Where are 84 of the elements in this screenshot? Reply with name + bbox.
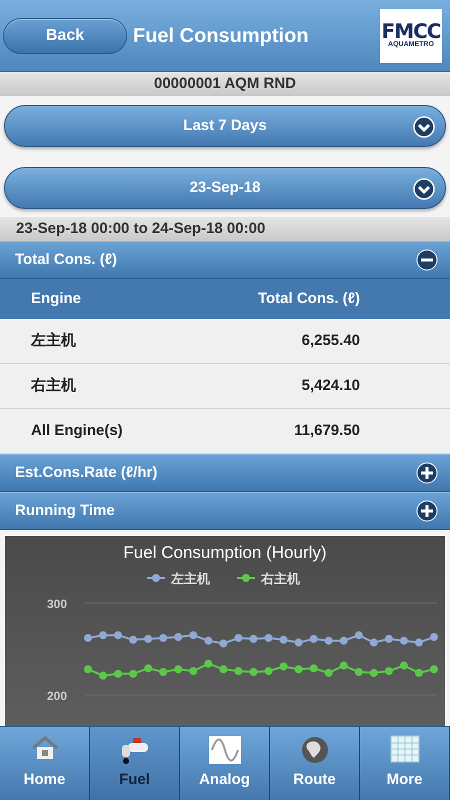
data-point: [414, 668, 423, 677]
page-title: Fuel Consumption: [133, 24, 310, 48]
dropdown-select[interactable]: 23-Sep-18: [4, 167, 446, 209]
data-point: [280, 636, 288, 644]
data-point: [354, 668, 363, 676]
date-range: 23-Sep-18 00:00 to 24-Sep-18 00:00: [0, 217, 450, 241]
chart-title: Fuel Consumption (Hourly): [123, 543, 327, 562]
expand-icon: [416, 462, 438, 484]
wave-icon: [208, 735, 242, 765]
data-point: [204, 660, 212, 668]
tab-bar-item[interactable]: Analog: [180, 727, 270, 800]
data-point: [159, 668, 168, 676]
data-point: [234, 667, 242, 676]
data-point: [204, 636, 212, 645]
data-point: [294, 638, 303, 647]
data-point: [400, 662, 408, 670]
data-point: [234, 634, 242, 642]
section-header[interactable]: Est.Cons.Rate (ℓ/hr): [0, 454, 450, 492]
data-point: [99, 631, 108, 640]
data-point: [219, 665, 228, 674]
expand-icon: [416, 500, 438, 522]
table-cell-text: All Engine(s): [30, 420, 124, 441]
data-point: [249, 668, 258, 676]
section-header[interactable]: Total Cons. (ℓ): [0, 241, 450, 279]
data-point: [159, 634, 168, 642]
data-point: [324, 668, 333, 677]
data-point: [310, 664, 318, 672]
grid-icon: [390, 735, 420, 765]
data-point: [189, 667, 198, 676]
data-point: [99, 672, 108, 680]
axis-tick-label: 300: [46, 597, 67, 611]
data-point: [174, 665, 182, 674]
data-point: [294, 665, 303, 674]
globe-icon: [300, 735, 330, 765]
legend-item[interactable]: 右主机: [237, 571, 300, 586]
collapse-icon: [416, 249, 438, 271]
table-cell-text: 5,424.10: [300, 376, 360, 396]
data-point: [430, 665, 438, 674]
data-point: [370, 638, 378, 647]
table-cell-text: 右主机: [30, 376, 77, 396]
tab-bar-item[interactable]: Fuel: [90, 727, 180, 800]
data-point: [84, 665, 92, 674]
data-point: [310, 634, 318, 643]
axis-tick-label: 200: [46, 689, 67, 703]
data-point: [400, 636, 408, 645]
data-point: [384, 667, 393, 676]
table-cell-text: 左主机: [30, 330, 77, 351]
data-point: [340, 636, 348, 645]
table-cell-text: 11,679.50: [293, 420, 360, 441]
data-point: [84, 634, 92, 642]
data-point: [264, 634, 273, 642]
data-point: [340, 662, 348, 670]
chevron-down-icon: [413, 178, 435, 200]
back-button[interactable]: Back: [3, 18, 127, 54]
data-point: [189, 631, 198, 640]
data-point: [114, 670, 122, 678]
data-point: [354, 631, 363, 640]
data-point: [129, 636, 138, 644]
section-header[interactable]: Running Time: [0, 492, 450, 530]
data-point: [430, 633, 438, 642]
data-point: [264, 667, 273, 676]
tab-bar-item[interactable]: More: [360, 727, 450, 800]
legend-label: 左主机: [170, 571, 210, 586]
vessel-name: 00000001 AQM RND: [0, 72, 450, 96]
data-point: [370, 668, 378, 677]
data-point: [384, 634, 393, 643]
data-point: [324, 636, 333, 645]
legend-item[interactable]: 左主机: [147, 571, 210, 586]
column-header: Total Cons. (ℓ): [256, 288, 360, 309]
dropdown-select[interactable]: Last 7 Days: [4, 105, 446, 147]
data-point: [414, 638, 423, 647]
legend-label: 右主机: [260, 571, 300, 586]
table-cell-text: 6,255.40: [300, 330, 360, 351]
data-point: [219, 639, 228, 648]
data-point: [114, 631, 122, 640]
data-point: [249, 634, 258, 643]
chevron-down-icon: [413, 116, 435, 138]
data-point: [144, 664, 152, 672]
data-point: [144, 634, 152, 643]
data-point: [129, 670, 138, 678]
tab-bar-item[interactable]: Route: [270, 727, 360, 800]
data-point: [174, 633, 182, 642]
column-header: Engine: [30, 288, 82, 309]
data-point: [280, 662, 288, 670]
